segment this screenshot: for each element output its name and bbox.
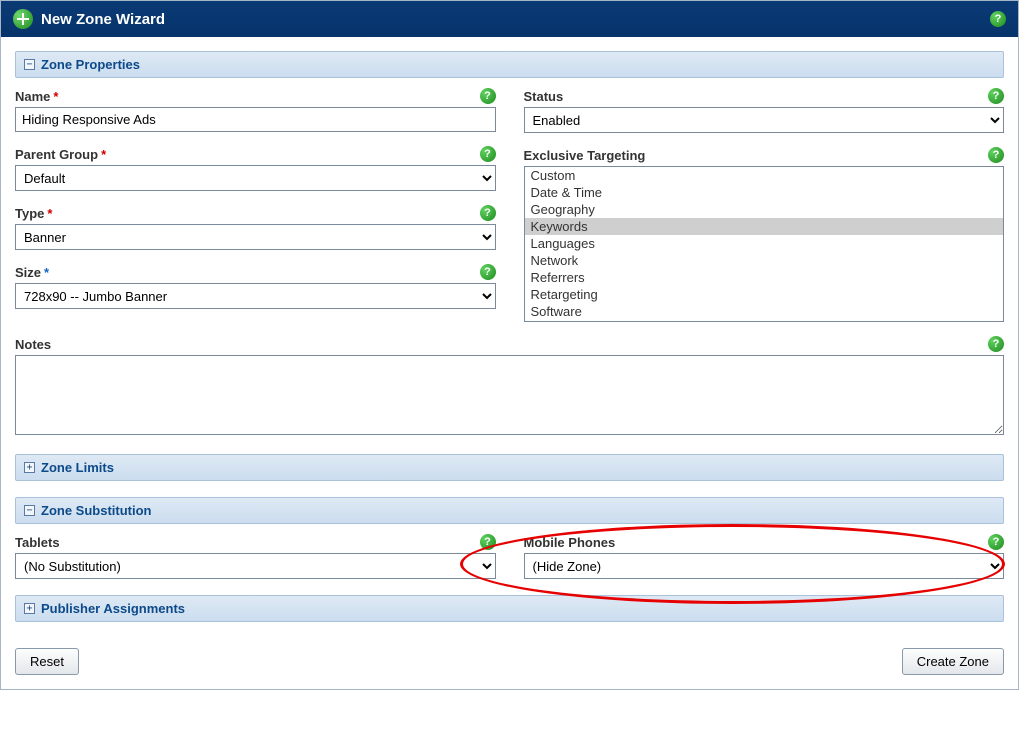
targeting-option[interactable]: Languages: [525, 235, 1004, 252]
title-bar: New Zone Wizard ?: [1, 1, 1018, 37]
help-icon[interactable]: ?: [480, 88, 496, 104]
section-title: Zone Properties: [41, 57, 140, 72]
create-zone-button[interactable]: Create Zone: [902, 648, 1004, 675]
reset-button[interactable]: Reset: [15, 648, 79, 675]
expand-icon: +: [24, 462, 35, 473]
section-title: Publisher Assignments: [41, 601, 185, 616]
exclusive-targeting-list[interactable]: CustomDate & TimeGeographyKeywordsLangua…: [524, 166, 1005, 322]
section-header-publisher[interactable]: + Publisher Assignments: [15, 595, 1004, 622]
size-label: Size* ?: [15, 264, 496, 280]
help-icon[interactable]: ?: [988, 336, 1004, 352]
help-icon[interactable]: ?: [988, 88, 1004, 104]
wizard-window: New Zone Wizard ? − Zone Properties Name…: [0, 0, 1019, 690]
help-icon[interactable]: ?: [480, 534, 496, 550]
section-header-substitution[interactable]: − Zone Substitution: [15, 497, 1004, 524]
mobile-phones-select[interactable]: (Hide Zone): [524, 553, 1005, 579]
targeting-option[interactable]: Geography: [525, 201, 1004, 218]
size-select[interactable]: 728x90 -- Jumbo Banner: [15, 283, 496, 309]
targeting-option[interactable]: Software: [525, 303, 1004, 320]
content-area: − Zone Properties Name* ?: [1, 37, 1018, 638]
help-icon[interactable]: ?: [988, 534, 1004, 550]
name-input[interactable]: [15, 107, 496, 132]
type-select[interactable]: Banner: [15, 224, 496, 250]
window-title: New Zone Wizard: [41, 11, 165, 28]
section-body-substitution: Tablets ? (No Substitution) Mobile Phone…: [15, 534, 1004, 579]
help-icon[interactable]: ?: [480, 146, 496, 162]
targeting-option[interactable]: Custom: [525, 167, 1004, 184]
collapse-icon: −: [24, 505, 35, 516]
footer: Reset Create Zone: [1, 648, 1018, 689]
tablets-label: Tablets ?: [15, 534, 496, 550]
targeting-option[interactable]: Referrers: [525, 269, 1004, 286]
section-header-properties[interactable]: − Zone Properties: [15, 51, 1004, 78]
targeting-option[interactable]: Date & Time: [525, 184, 1004, 201]
expand-icon: +: [24, 603, 35, 614]
name-label: Name* ?: [15, 88, 496, 104]
targeting-option[interactable]: Retargeting: [525, 286, 1004, 303]
parent-group-select[interactable]: Default: [15, 165, 496, 191]
help-icon[interactable]: ?: [990, 11, 1006, 27]
help-icon[interactable]: ?: [480, 205, 496, 221]
section-body-properties: Name* ? Parent Group* ? Def: [15, 88, 1004, 438]
type-label: Type* ?: [15, 205, 496, 221]
tablets-select[interactable]: (No Substitution): [15, 553, 496, 579]
status-label: Status ?: [524, 88, 1005, 104]
collapse-icon: −: [24, 59, 35, 70]
section-title: Zone Limits: [41, 460, 114, 475]
mobile-phones-label: Mobile Phones ?: [524, 534, 1005, 550]
status-select[interactable]: Enabled: [524, 107, 1005, 133]
targeting-option[interactable]: Keywords: [525, 218, 1004, 235]
targeting-option[interactable]: Network: [525, 252, 1004, 269]
notes-label: Notes ?: [15, 336, 1004, 352]
notes-textarea[interactable]: [15, 355, 1004, 435]
help-icon[interactable]: ?: [988, 147, 1004, 163]
add-icon: [13, 9, 33, 29]
exclusive-targeting-label: Exclusive Targeting ?: [524, 147, 1005, 163]
section-title: Zone Substitution: [41, 503, 151, 518]
parent-group-label: Parent Group* ?: [15, 146, 496, 162]
help-icon[interactable]: ?: [480, 264, 496, 280]
section-header-limits[interactable]: + Zone Limits: [15, 454, 1004, 481]
